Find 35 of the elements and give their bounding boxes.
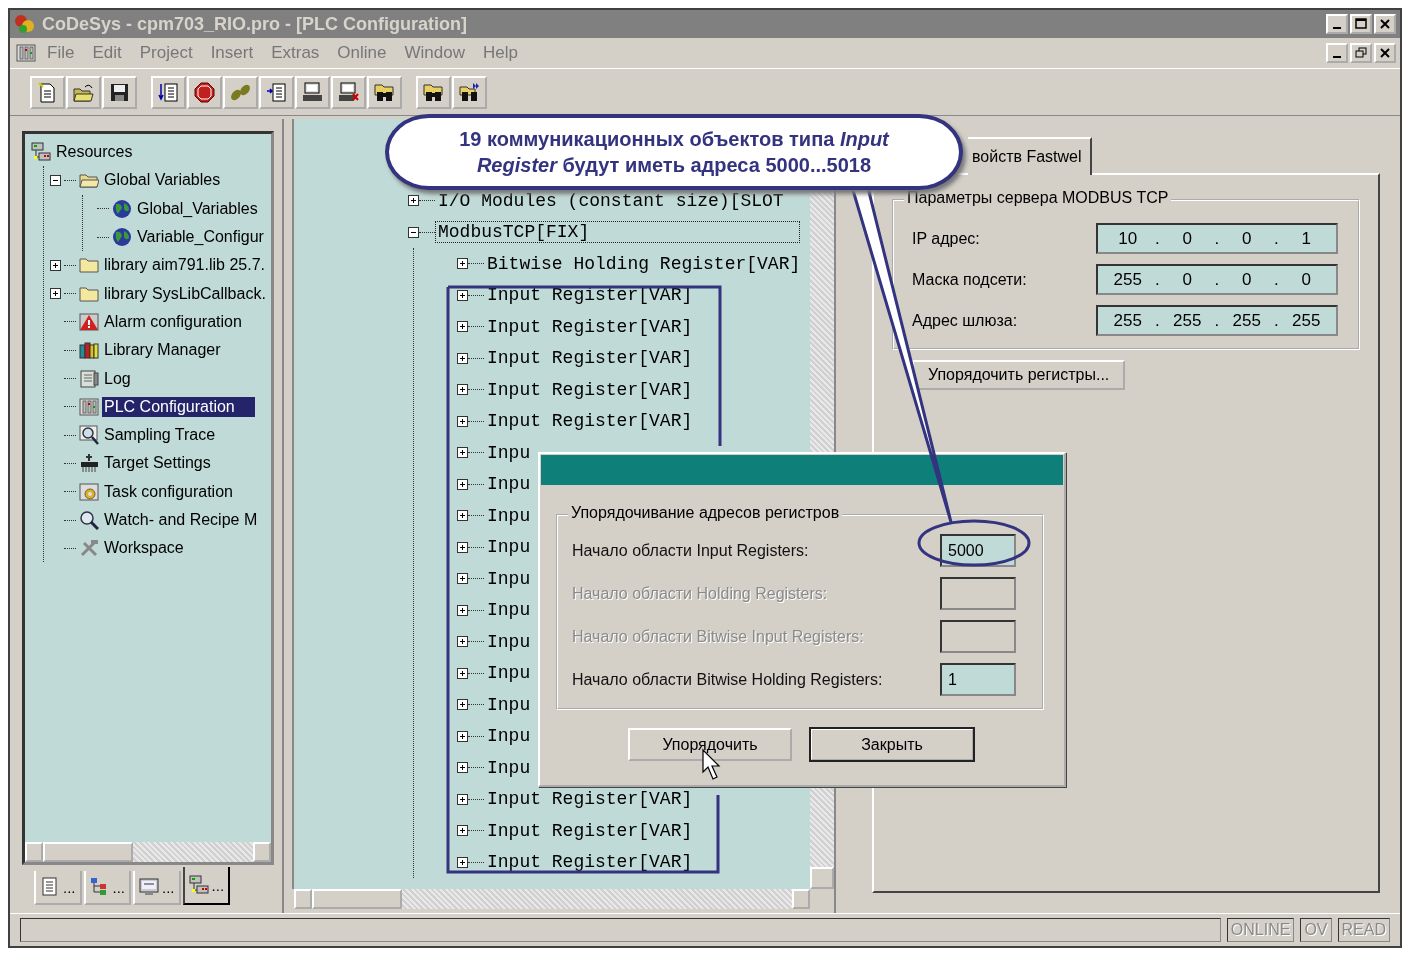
- separator-dot: .: [1155, 269, 1160, 290]
- separator-dot: .: [1155, 228, 1160, 249]
- separator-dot: .: [1274, 228, 1279, 249]
- field-label: Адрес шлюза:: [912, 311, 1018, 330]
- status-indicator: ONLINE: [1226, 918, 1295, 942]
- separator-dot: .: [1274, 269, 1279, 290]
- status-indicator: OV: [1300, 918, 1332, 942]
- status-indicator: READ: [1337, 918, 1390, 942]
- field-label: Начало области Bitwise Input Registers:: [572, 627, 864, 646]
- octet-text: 0: [1300, 269, 1312, 290]
- field-label: IP адрес:: [912, 229, 980, 248]
- field-label: Начало области Holding Registers:: [572, 584, 828, 603]
- separator-dot: .: [1214, 269, 1220, 290]
- field-label: Начало области Input Registers:: [572, 541, 809, 560]
- octet-text: 255: [1112, 310, 1143, 331]
- separator-dot: .: [1214, 310, 1220, 331]
- octet-text: 255: [1172, 310, 1203, 331]
- octet-text: 0: [1181, 228, 1193, 249]
- octet-text: 0: [1241, 228, 1253, 249]
- octet-text: 255: [1112, 269, 1143, 290]
- field-label: Начало области Bitwise Holding Registers:: [572, 670, 883, 689]
- callout-text: 19 коммуникационных объектов типа Input Register будут иметь адреса 5000...5018: [458, 127, 891, 178]
- octet-text: 255: [1231, 310, 1262, 331]
- separator-dot: .: [1274, 310, 1279, 331]
- group-title: Упорядочивание адресов регистров: [568, 504, 843, 522]
- separator-dot: .: [1155, 310, 1160, 331]
- octet-text: 0: [1181, 269, 1193, 290]
- group-title: Параметры сервера MODBUS TCP: [904, 189, 1172, 207]
- octet-text: 10: [1117, 228, 1139, 249]
- window-title: CoDeSys - cpm703_RIO.pro - [PLC Configuration]: [42, 13, 469, 35]
- octet-text: 0: [1241, 269, 1253, 290]
- separator-dot: .: [1214, 228, 1220, 249]
- octet-text: 1: [1300, 228, 1312, 249]
- field-label: Маска подсети:: [912, 270, 1027, 289]
- octet-text: 255: [1291, 310, 1322, 331]
